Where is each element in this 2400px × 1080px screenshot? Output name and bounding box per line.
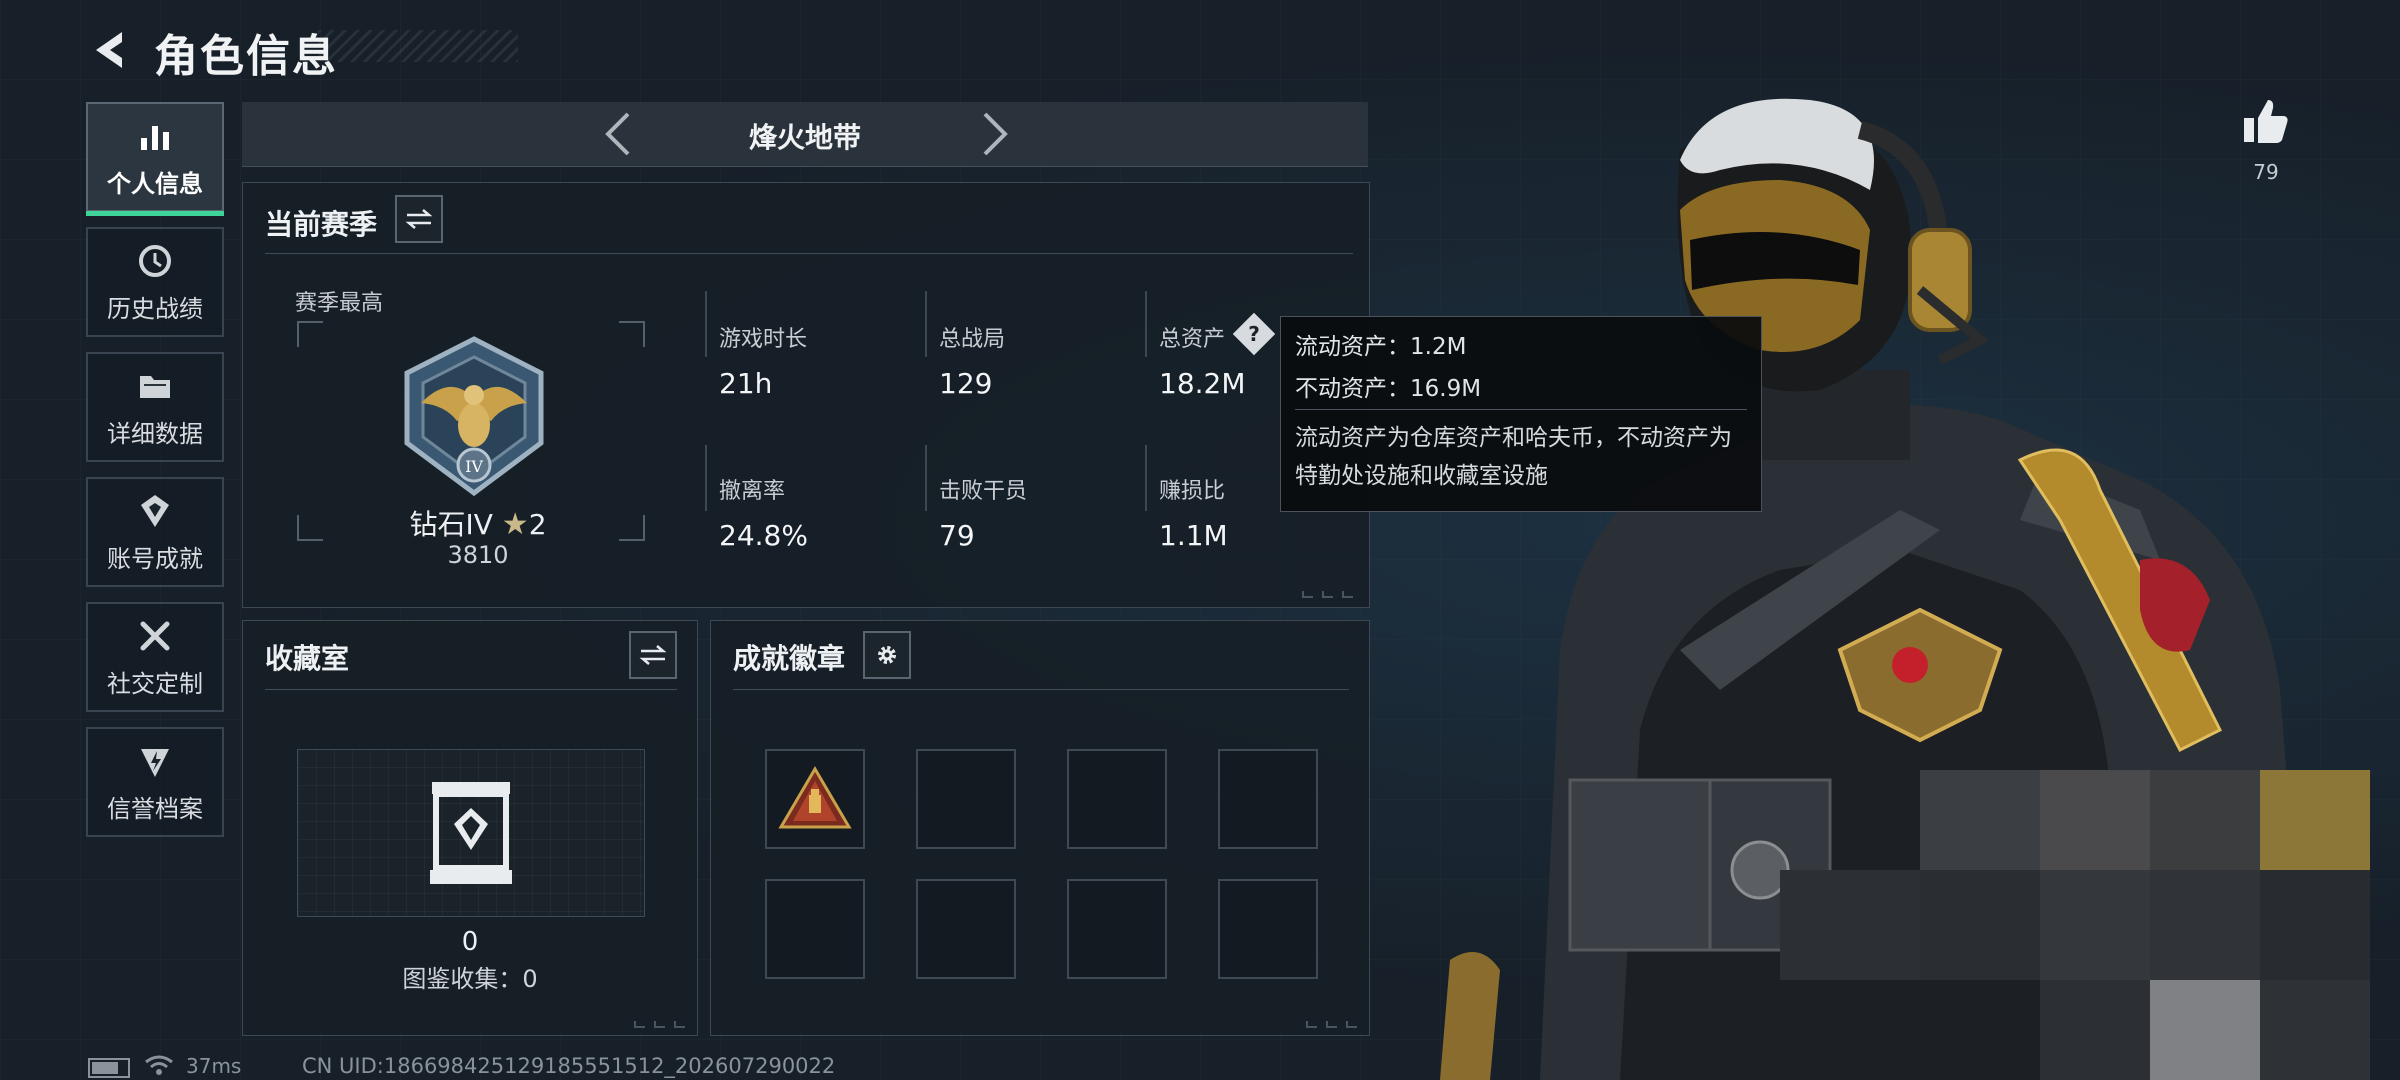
help-icon[interactable]: ?	[1232, 312, 1276, 356]
sidebar-item-history[interactable]: 历史战绩	[86, 227, 224, 337]
swap-icon	[405, 209, 433, 229]
badge-slot[interactable]	[765, 879, 865, 979]
sidebar-item-label: 历史战绩	[107, 294, 203, 323]
tooltip-description: 流动资产为仓库资产和哈夫币，不动资产为特勤处设施和收藏室设施	[1295, 425, 1732, 489]
folder-icon	[140, 375, 170, 398]
season-switch-button[interactable]	[395, 195, 443, 243]
sidebar-item-personal-info[interactable]: 个人信息	[86, 102, 224, 216]
tooltip-fixed-assets: 不动资产：16.9M	[1295, 376, 1482, 402]
rank-name: 钻石IV ★2	[313, 503, 643, 543]
rank-stars: 2	[528, 508, 547, 541]
badge-slot[interactable]	[1067, 879, 1167, 979]
next-mode-button[interactable]	[967, 108, 1019, 160]
swap-icon	[639, 645, 667, 665]
stat-operators-defeated: 击败干员 79	[939, 473, 1139, 552]
stat-value: 79	[939, 519, 975, 552]
corner-decoration	[634, 1021, 685, 1028]
collection-preview[interactable]	[297, 749, 645, 917]
season-panel: 当前赛季 赛季最高 IV 钻石IV ★2 3810 游戏时长 21h 总战局 1…	[242, 182, 1370, 608]
badge-slot[interactable]	[1218, 749, 1318, 849]
character-model	[1440, 98, 2370, 1080]
like-count: 79	[2253, 160, 2279, 184]
collection-switch-button[interactable]	[629, 631, 677, 679]
stat-label: 撤离率	[719, 479, 786, 504]
history-icon	[139, 244, 171, 277]
season-divider	[265, 253, 1353, 254]
stat-label: 游戏时长	[719, 327, 808, 352]
stat-value: 1.1M	[1159, 519, 1228, 552]
wifi-icon	[145, 1055, 173, 1075]
back-button[interactable]	[86, 26, 134, 74]
stat-separator	[705, 445, 707, 511]
stat-label: 击败干员	[939, 479, 1028, 504]
sidebar-item-detailed-data[interactable]: 详细数据	[86, 352, 224, 462]
stat-separator	[925, 445, 927, 511]
stat-value: 129	[939, 367, 993, 400]
collection-count: 0	[461, 927, 479, 957]
battery-icon	[88, 1058, 130, 1078]
rank-tier: 钻石IV	[409, 508, 493, 541]
badge-slot[interactable]	[916, 879, 1016, 979]
stat-separator	[1145, 445, 1147, 511]
badge-slot[interactable]	[1218, 879, 1318, 979]
sidebar-item-label: 账号成就	[107, 544, 203, 573]
sidebar-item-social[interactable]: 社交定制	[86, 602, 224, 712]
network-ping: 37ms	[186, 1054, 242, 1078]
page-title: 角色信息	[154, 31, 338, 82]
season-title: 当前赛季	[265, 208, 378, 241]
tooltip-divider	[1295, 409, 1747, 410]
corner-decoration	[1302, 591, 1353, 598]
badges-settings-button[interactable]	[863, 631, 911, 679]
stat-label: 总战局	[939, 327, 1006, 352]
corner-decoration	[1306, 1021, 1357, 1028]
diamond-rank-medal-icon: IV	[404, 336, 544, 497]
credit-icon	[141, 748, 169, 777]
user-uid: CN UID:18669842512918555151​2_2026072900…	[302, 1054, 836, 1078]
sidebar-item-label: 个人信息	[107, 169, 203, 198]
star-icon: ★	[501, 507, 529, 542]
display-case-icon	[430, 782, 512, 884]
achievement-icon	[141, 494, 169, 527]
badge-slot[interactable]	[916, 749, 1016, 849]
total-assets-tooltip: 流动资产：1.2M 不动资产：16.9M 流动资产为仓库资产和哈夫币，不动资产为…	[1280, 316, 1762, 512]
tooltip-liquid-assets: 流动资产：1.2M	[1295, 334, 1467, 360]
gear-icon	[878, 646, 896, 664]
svg-text:IV: IV	[465, 457, 483, 476]
sidebar-item-label: 详细数据	[107, 419, 203, 448]
collection-divider	[265, 689, 677, 690]
sidebar-item-label: 信誉档案	[107, 794, 203, 823]
stat-separator	[705, 291, 707, 357]
collection-panel: 收藏室 0 图鉴收集：0	[242, 620, 698, 1036]
stat-separator	[925, 291, 927, 357]
badges-divider	[733, 689, 1349, 690]
sidebar: 个人信息 历史战绩 详细数据 账号成就 社交定制 信誉档案	[86, 102, 224, 852]
badges-panel: 成就徽章	[710, 620, 1370, 1036]
stat-value: 24.8%	[719, 519, 808, 552]
season-peak-label: 赛季最高	[295, 291, 384, 316]
sidebar-item-credit[interactable]: 信誉档案	[86, 727, 224, 837]
mode-selector: 烽火地带	[242, 102, 1368, 167]
collection-title: 收藏室	[265, 642, 350, 675]
sidebar-item-achievements[interactable]: 账号成就	[86, 477, 224, 587]
like-button[interactable]	[2240, 96, 2292, 148]
stat-extraction-rate: 撤离率 24.8%	[719, 473, 919, 552]
tools-icon	[140, 621, 170, 650]
pyramid-badge-icon	[778, 766, 852, 829]
mode-title: 烽火地带	[748, 121, 861, 154]
badge-slot[interactable]	[765, 749, 865, 849]
stat-total-matches: 总战局 129	[939, 321, 1139, 400]
bar-chart-icon	[141, 125, 169, 150]
stat-play-time: 游戏时长 21h	[719, 321, 919, 400]
collection-catalog: 图鉴收集：0	[402, 965, 538, 993]
badge-slot[interactable]	[1067, 749, 1167, 849]
title-decoration	[318, 30, 518, 62]
sidebar-item-label: 社交定制	[107, 669, 203, 698]
stat-separator	[1145, 291, 1147, 357]
rank-score: 3810	[447, 541, 509, 569]
badges-title: 成就徽章	[733, 642, 846, 675]
stat-value: 21h	[719, 367, 773, 400]
